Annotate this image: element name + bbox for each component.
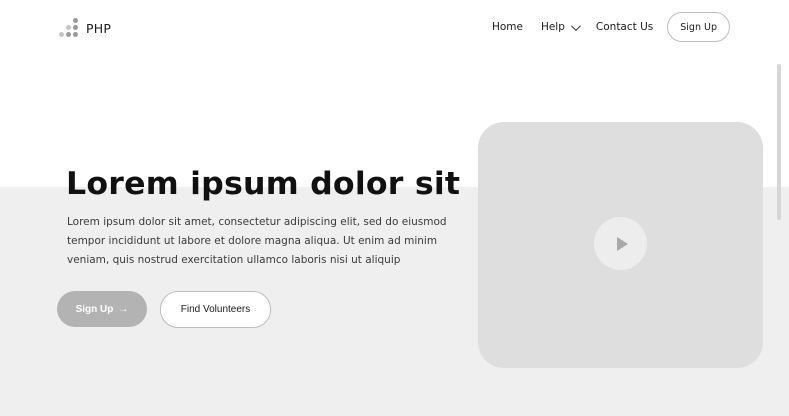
hero-description: Lorem ipsum dolor sit amet, consectetur …: [67, 216, 447, 266]
header-signup-button[interactable]: Sign Up: [667, 12, 730, 42]
top-nav: Home Help Contact Us Sign Up: [492, 12, 730, 42]
logo-text: PHP: [86, 20, 112, 36]
nav-contact-link[interactable]: Contact Us: [596, 21, 653, 33]
play-button[interactable]: [594, 217, 647, 270]
logo[interactable]: PHP: [59, 18, 112, 38]
hero-signup-label: Sign Up: [75, 303, 114, 315]
find-volunteers-button[interactable]: Find Volunteers: [160, 291, 271, 328]
nav-home-link[interactable]: Home: [492, 21, 523, 33]
scrollbar-thumb[interactable]: [777, 64, 781, 220]
chevron-down-icon: [570, 20, 581, 31]
dots-logo-icon: [59, 18, 81, 38]
nav-help-dropdown[interactable]: Help: [540, 20, 581, 33]
nav-help-label: Help: [540, 21, 565, 33]
video-placeholder: [478, 122, 763, 368]
hero-title: Lorem ipsum dolor sit: [66, 166, 461, 202]
play-icon: [616, 236, 628, 251]
hero-signup-button[interactable]: Sign Up →: [57, 291, 147, 327]
arrow-right-icon: →: [118, 303, 129, 315]
